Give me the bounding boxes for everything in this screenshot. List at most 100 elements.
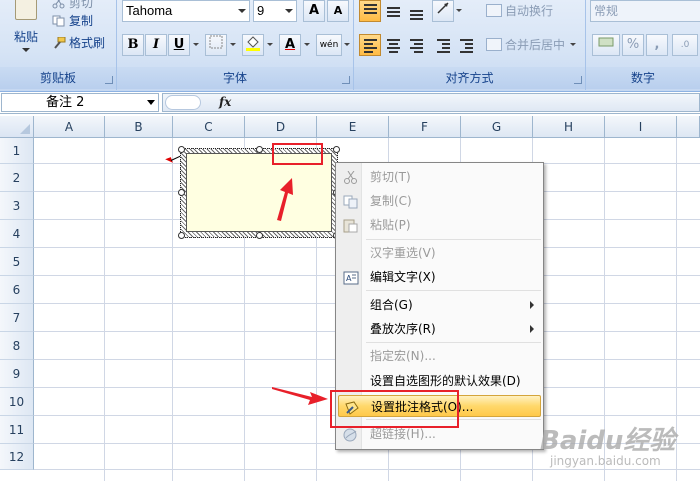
font-name-combo[interactable]: Tahoma — [122, 0, 250, 22]
bold-button[interactable]: B — [122, 34, 144, 56]
column-header-overflow[interactable] — [677, 116, 700, 138]
phonetic-button[interactable]: wén — [316, 34, 342, 56]
row-header[interactable]: 4 — [0, 220, 34, 248]
merge-center-button[interactable]: 合并后居中 — [486, 34, 565, 56]
fill-color-button[interactable] — [242, 34, 264, 56]
resize-handle[interactable] — [178, 189, 185, 196]
copy-button[interactable]: 复制 — [52, 12, 93, 30]
resize-handle[interactable] — [256, 146, 263, 153]
cut-label: 剪切 — [69, 0, 94, 10]
bold-label: B — [127, 37, 139, 52]
context-menu-item[interactable]: 叠放次序(R) — [338, 318, 541, 340]
chevron-down-icon[interactable] — [302, 34, 312, 56]
decrease-indent-button[interactable] — [432, 34, 454, 56]
column-header[interactable]: B — [105, 116, 173, 138]
copy-icon — [343, 194, 359, 209]
chevron-down-icon[interactable] — [282, 1, 296, 21]
column-header[interactable]: E — [317, 116, 389, 138]
paste-button[interactable]: 粘贴 — [4, 0, 48, 62]
column-header[interactable]: H — [533, 116, 605, 138]
chevron-down-icon[interactable] — [454, 0, 464, 22]
clipboard-dialog-launcher-icon[interactable] — [105, 76, 113, 84]
annotation-arrow-icon — [277, 178, 293, 221]
resize-handle[interactable] — [178, 232, 185, 239]
row-header[interactable]: 3 — [0, 192, 34, 220]
orientation-button[interactable] — [432, 0, 454, 22]
resize-handle[interactable] — [333, 146, 340, 153]
comma-button[interactable]: , — [646, 34, 668, 56]
increase-decimal-button[interactable]: .0 — [672, 34, 698, 56]
chevron-down-icon[interactable] — [265, 34, 275, 56]
increase-indent-button[interactable] — [455, 34, 477, 56]
font-dialog-launcher-icon[interactable] — [342, 76, 350, 84]
alignment-dialog-launcher-icon[interactable] — [574, 76, 582, 84]
row-header[interactable]: 10 — [0, 388, 34, 416]
number-format-combo[interactable]: 常规 — [590, 0, 700, 22]
underline-button[interactable]: U — [168, 34, 190, 56]
shrink-font-button[interactable]: A — [327, 0, 349, 22]
context-menu-item[interactable]: 指定宏(N)... — [338, 345, 541, 367]
context-menu-item[interactable]: 设置自选图形的默认效果(D) — [338, 370, 541, 392]
borders-icon — [209, 35, 223, 53]
row-header[interactable]: 12 — [0, 444, 34, 470]
row-header[interactable]: 11 — [0, 416, 34, 444]
format-painter-button[interactable]: 格式刷 — [52, 34, 105, 52]
context-menu-item[interactable]: 汉字重选(V) — [338, 242, 541, 264]
borders-button[interactable] — [205, 34, 227, 56]
watermark-url: jingyan.baidu.com — [550, 454, 661, 468]
row-header[interactable]: 6 — [0, 276, 34, 304]
row-header[interactable]: 5 — [0, 248, 34, 276]
align-center-button[interactable] — [382, 34, 404, 56]
annotation-highlight-box — [272, 143, 323, 165]
name-box[interactable]: 备注 2 — [1, 93, 159, 112]
row-header[interactable]: 1 — [0, 138, 34, 164]
hyperlink-icon — [343, 427, 359, 442]
chevron-down-icon[interactable] — [342, 34, 352, 56]
align-left-button[interactable] — [359, 34, 381, 56]
align-middle-button[interactable] — [382, 0, 404, 22]
column-header[interactable]: A — [34, 116, 105, 138]
row-header[interactable]: 2 — [0, 164, 34, 192]
resize-handle[interactable] — [178, 146, 185, 153]
context-menu-item-label: 汉字重选(V) — [370, 246, 436, 260]
context-menu-item[interactable]: 组合(G) — [338, 294, 541, 316]
align-bottom-button[interactable] — [405, 0, 427, 22]
align-right-button[interactable] — [405, 34, 427, 56]
row-header[interactable]: 7 — [0, 304, 34, 332]
chevron-down-icon[interactable] — [191, 34, 201, 56]
insert-function-icon[interactable]: fx — [219, 94, 231, 111]
column-header[interactable]: F — [389, 116, 461, 138]
submenu-arrow-icon — [530, 301, 534, 309]
chevron-down-icon[interactable] — [228, 34, 238, 56]
italic-button[interactable]: I — [145, 34, 167, 56]
accounting-format-button[interactable] — [592, 34, 620, 56]
grow-font-button[interactable]: A — [303, 0, 325, 22]
column-header[interactable]: G — [461, 116, 533, 138]
formula-expand-handle[interactable] — [165, 95, 201, 110]
context-menu-item-label: 叠放次序(R) — [370, 322, 436, 336]
chevron-down-icon[interactable] — [568, 34, 578, 56]
row-header[interactable]: 9 — [0, 360, 34, 388]
font-color-button[interactable]: A — [279, 34, 301, 56]
context-menu-item[interactable]: 剪切(T) — [338, 166, 541, 188]
resize-handle[interactable] — [256, 232, 263, 239]
cut-button[interactable]: 剪切 — [52, 0, 93, 12]
align-top-button[interactable] — [359, 0, 381, 22]
column-header[interactable]: D — [245, 116, 317, 138]
column-header[interactable]: I — [605, 116, 677, 138]
percent-button[interactable]: % — [622, 34, 644, 56]
font-group-label: 字体 — [117, 67, 353, 89]
font-size-combo[interactable]: 9 — [253, 0, 297, 22]
merge-cells-icon — [486, 38, 502, 51]
context-menu-item[interactable]: 复制(C) — [338, 190, 541, 212]
chevron-down-icon[interactable] — [147, 100, 155, 105]
chevron-down-icon[interactable] — [235, 1, 249, 21]
context-menu-item[interactable]: 粘贴(P) — [338, 214, 541, 236]
context-menu-item[interactable]: A 编辑文字(X) — [338, 266, 541, 288]
select-all-corner[interactable] — [0, 116, 34, 138]
wrap-text-button[interactable]: 自动换行 — [486, 0, 553, 22]
row-header[interactable]: 8 — [0, 332, 34, 360]
column-header[interactable]: C — [173, 116, 245, 138]
formula-input[interactable]: fx — [162, 93, 700, 112]
underline-label: U — [173, 37, 185, 52]
